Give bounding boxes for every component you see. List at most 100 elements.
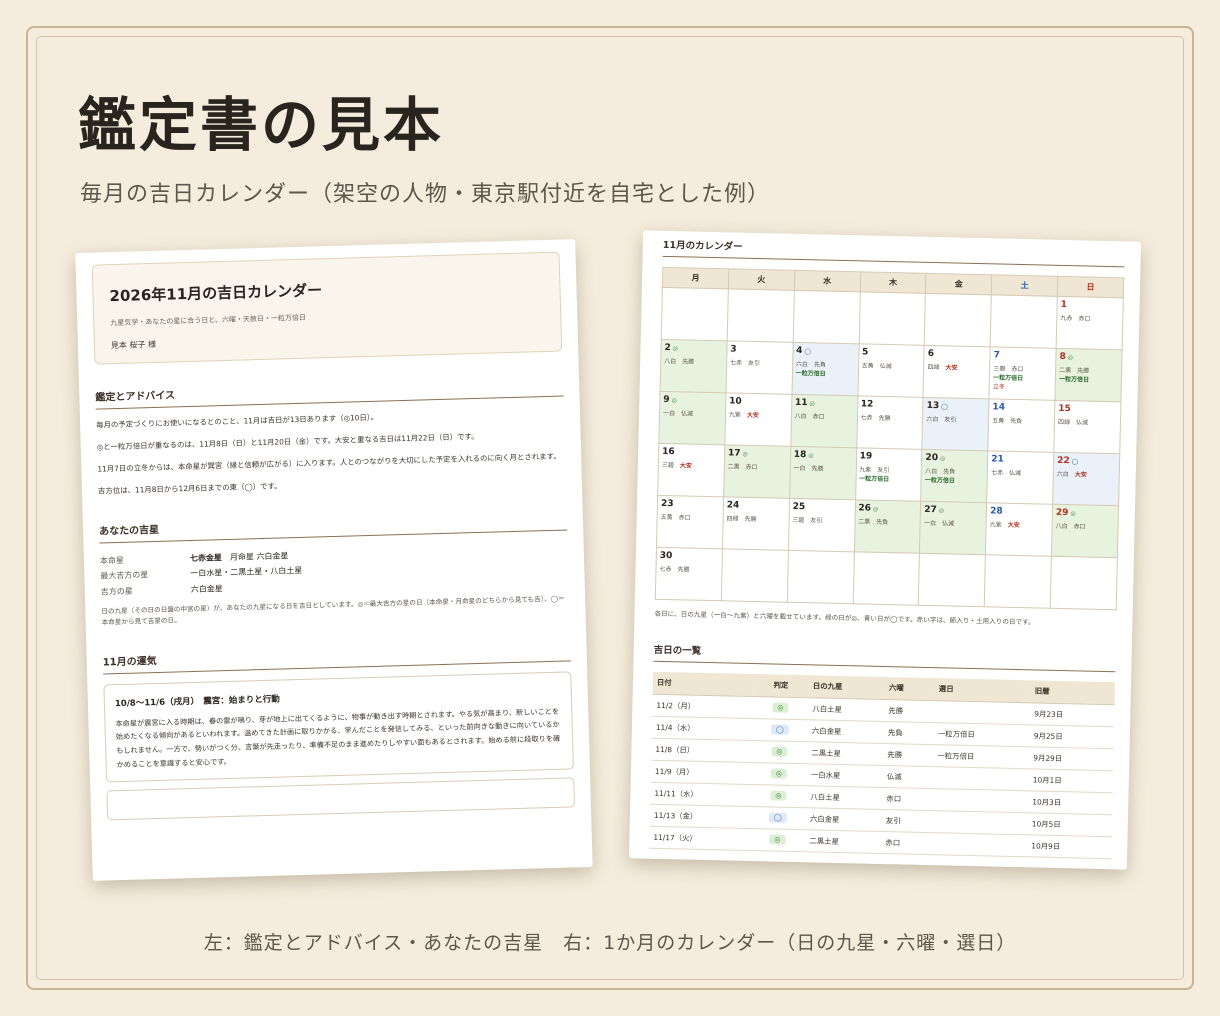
bottom-caption: 左：鑑定とアドバイス・あなたの吉星 右：1か月のカレンダー（日の九星・六曜・選日…: [203, 932, 1017, 954]
table-cell-senjitsu: 一粒万倍日: [933, 722, 1031, 747]
judgement-badge: ◯: [770, 724, 789, 735]
table-cell-date: 11/8（日）: [651, 737, 752, 763]
judgement-cell: ◯: [749, 806, 807, 830]
day-number: 26 ◎: [858, 503, 879, 514]
table-cell-date: 11/17（火）: [649, 825, 750, 850]
day-number: 14: [992, 402, 1006, 413]
report-title: 2026年11月の吉日カレンダー: [109, 281, 323, 306]
table-cell-kyureki: 9月25日: [1029, 724, 1115, 749]
table-cell-star: 二黒土星: [807, 741, 884, 766]
calendar-empty-cell: [990, 294, 1058, 349]
list-column-header: 六曜: [884, 677, 936, 701]
day-star-rokuyo: 二黒 先負: [858, 518, 889, 526]
calendar-day-cell: 13 ◯ 六白 友引: [922, 397, 990, 451]
report-header-card: 2026年11月の吉日カレンダー 九星気学・あなたの星に合う日と、六曜・天赦日・…: [91, 251, 563, 365]
lucky-mark-icon: ◎: [1070, 510, 1076, 518]
calendar-empty-cell: [858, 291, 926, 346]
fortune-card-text: 本命星が震宮に入る時期は、春の雷が鳴り、芽が地上に出てくるように、物事が動き出す…: [115, 706, 561, 769]
lucky-mark-icon: ◎: [742, 450, 748, 458]
senjitsu-label: 一粒万倍日: [1058, 375, 1090, 384]
judgement-badge: ◎: [769, 834, 786, 845]
weekday-header: 金: [925, 273, 992, 295]
calendar-day-cell: 20 ◎ 八白 先負 一粒万倍日: [920, 449, 988, 503]
calendar-day-cell: 24 四緑 先勝: [722, 496, 790, 551]
judgement-cell: ◎: [752, 696, 809, 720]
calendar-day-cell: 29 ◎ 八白 赤口: [1051, 504, 1119, 558]
calendar-day-cell: 18 ◎ 一白 先勝: [789, 446, 857, 500]
senjitsu-label: 一粒万倍日: [924, 476, 956, 485]
calendar-empty-cell: [792, 290, 860, 344]
star-value: 一白水星・二黒土星・八白土星: [190, 566, 303, 579]
calendar-empty-cell: [1050, 556, 1118, 610]
judgement-cell: ◎: [751, 740, 808, 764]
day-number: 10: [729, 396, 742, 407]
table-cell-kyureki: 10月5日: [1027, 812, 1113, 837]
calendar-heading: 11月のカレンダー: [662, 236, 1125, 268]
table-cell-star: 一白水星: [806, 763, 884, 788]
client-name: 見本 桜子 様: [110, 339, 157, 351]
day-number: 3: [730, 344, 737, 355]
day-number: 17 ◎: [727, 448, 748, 459]
calendar-day-cell: 12 七赤 先勝: [856, 395, 924, 450]
day-star-rokuyo: 九紫 大安: [728, 411, 759, 419]
calendar-empty-cell: [786, 550, 854, 604]
judgement-cell: ◯: [751, 718, 809, 742]
lucky-days-table: 日付 判定 日の九星 六曜 選日 旧暦 11/2（月） ◎ 八白土星 先勝 9月23日 11/4（水…: [649, 671, 1116, 859]
calendar-day-cell: 3 七赤 友引: [725, 340, 793, 395]
table-cell-senjitsu: [931, 810, 1029, 835]
calendar-note: 各日に、日の九星（一白〜九紫）と六曜を載せています。緑の日が◎、青い日が◯です。…: [654, 609, 1035, 627]
day-number: 29 ◎: [1055, 507, 1076, 519]
calendar-day-cell: 1 九赤 赤口: [1056, 296, 1124, 350]
list-column-header: 日の九星: [808, 675, 886, 700]
day-number: 16: [662, 446, 675, 458]
fortune-heading: 11月の運気: [102, 640, 571, 675]
day-star-rokuyo: 五黄 先負: [992, 417, 1023, 425]
table-cell-rokuyo: 友引: [881, 809, 933, 833]
day-star-rokuyo: 七赤 先勝: [659, 565, 690, 574]
calendar-day-cell: 10 九紫 大安: [724, 392, 792, 447]
calendar-day-cell: 23 五黄 赤口: [656, 495, 724, 549]
day-number: 11 ◎: [794, 397, 815, 409]
calendar-day-cell: 6 四緑 大安: [923, 345, 991, 399]
judgement-cell: ◎: [749, 828, 806, 852]
fortune-card: 10/8〜11/6（戌月） 震宮：始まりと行動 本命星が震宮に入る時期は、春の雷…: [103, 671, 574, 783]
day-number: 13 ◯: [926, 400, 948, 412]
day-star-rokuyo: 七赤 仏滅: [990, 469, 1022, 477]
calendar-day-cell: 14 五黄 先負: [987, 398, 1056, 453]
day-star-rokuyo: 四緑 先勝: [726, 515, 757, 523]
lucky-stars-heading: あなたの吉星: [98, 509, 568, 544]
lucky-mark-icon: ◎: [939, 455, 946, 463]
calendar-day-cell: 22 ◯ 六白 大安: [1052, 452, 1120, 506]
report-description: 九星気学・あなたの星に合う日と、六曜・天赦日・一粒万倍日: [110, 313, 307, 328]
advice-paragraph: 吉方位は、11月8日から12月6日までの東（◯）です。: [97, 481, 282, 496]
day-number: 24: [726, 500, 740, 511]
day-number: 12: [860, 399, 874, 410]
table-cell-kyureki: 9月29日: [1029, 746, 1114, 771]
day-number: 28: [990, 506, 1003, 517]
calendar-day-cell: 9 ◎ 一白 仏滅: [658, 391, 726, 445]
day-number: 21: [991, 454, 1004, 465]
day-number: 7: [993, 350, 1001, 361]
table-cell-date: 11/4（水）: [651, 715, 753, 741]
advice-paragraph: 11月7日の立冬からは、本命星が巽宮（縁と信頼が広がる）に入ります。人とのつなが…: [97, 451, 561, 474]
day-number: 5: [861, 347, 869, 358]
fortune-card-title: 10/8〜11/6（戌月） 震宮：始まりと行動: [114, 694, 280, 709]
fortune-card-next: [106, 777, 576, 821]
table-cell-senjitsu: [931, 832, 1028, 857]
calendar-day-cell: 17 ◎ 二黒 赤口: [723, 444, 791, 499]
calendar-day-cell: 21 七赤 仏滅: [986, 450, 1054, 505]
star-key: 吉方の星: [100, 586, 133, 597]
table-cell-star: 八白土星: [808, 697, 885, 722]
day-number: 1: [1060, 299, 1068, 311]
calendar-day-cell: 27 ◎ 一白 仏滅: [919, 501, 987, 555]
lucky-mark-icon: ◎: [938, 507, 945, 515]
day-number: 27 ◎: [924, 504, 945, 516]
page-subtitle: 毎月の吉日カレンダー（架空の人物・東京駅付近を自宅とした例）: [80, 182, 771, 207]
right-page-sample: 11月のカレンダー 月火水木金土日 1 九赤 赤口 2 ◎ 八白 先勝 3 七赤 友引 4 ◯ 六…: [628, 230, 1142, 870]
table-cell-senjitsu: [932, 788, 1029, 813]
stars-note: 日の九星（その日の日盤の中宮の星）が、あなたの九星になる日を吉日としています。◎…: [101, 594, 565, 627]
day-star-rokuyo: 一白 先勝: [793, 464, 824, 473]
day-number: 30: [659, 550, 673, 562]
calendar-day-cell: 30 七赤 先勝: [655, 547, 723, 601]
weekday-header: 月: [662, 267, 729, 289]
